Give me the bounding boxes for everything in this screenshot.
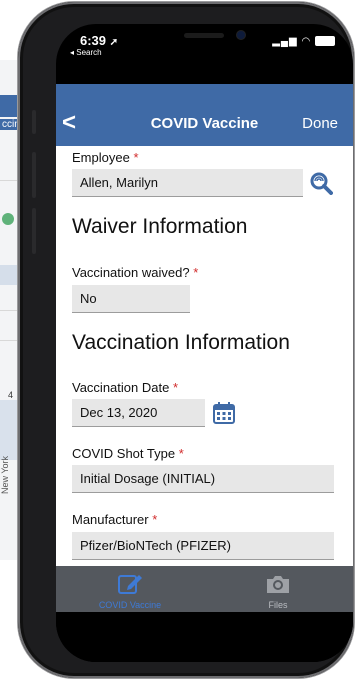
status-icons: ▂▄▆ ◠ [272, 36, 335, 47]
tab-covid-vaccine[interactable]: COVID Vaccine [56, 566, 204, 612]
location-arrow-icon: ➚ [109, 37, 119, 48]
shot-type-label-row: COVID Shot Type * [72, 446, 184, 461]
vaccination-waived-select[interactable]: No [72, 285, 190, 313]
back-to-search-link[interactable]: ◂ Search [70, 48, 102, 57]
front-camera [237, 31, 245, 39]
required-mark: * [178, 446, 184, 461]
required-mark: * [193, 265, 199, 280]
shot-type-label: COVID Shot Type [72, 446, 176, 461]
phone-volume-up [32, 152, 36, 198]
employee-label: Employee [72, 150, 130, 165]
notch [136, 24, 274, 52]
home-indicator-area [56, 612, 353, 662]
background-row-number: 4 [8, 390, 14, 400]
vaccination-waived-label: Vaccination waived? [72, 265, 190, 280]
phone-volume-down [32, 208, 36, 254]
tab-files[interactable]: Files [204, 566, 352, 612]
phone-frame: 6:39 ➚ ◂ Search ▂▄▆ ◠ < COVID Vaccine Do… [18, 2, 354, 678]
navigation-bar: < COVID Vaccine Done [56, 84, 353, 146]
employee-label-row: Employee * [72, 150, 139, 165]
required-mark: * [133, 150, 139, 165]
vaccination-date-label: Vaccination Date [72, 380, 170, 395]
required-mark: * [172, 380, 179, 395]
form-content: Employee * Allen, Marilyn Waiver Informa… [56, 146, 353, 566]
phone-mute-switch [32, 110, 36, 134]
done-button[interactable]: Done [302, 115, 338, 132]
manufacturer-label-row: Manufacturer * [72, 512, 157, 527]
signal-icon: ▂▄▆ [272, 36, 298, 47]
required-mark: * [152, 512, 158, 527]
battery-icon [315, 36, 335, 47]
vaccination-date-field[interactable]: Dec 13, 2020 [72, 399, 205, 427]
search-icon[interactable] [309, 171, 333, 195]
manufacturer-select[interactable]: Pfizer/BioNTech (PFIZER) [72, 532, 334, 560]
camera-icon [267, 576, 289, 593]
date-label-row: Vaccination Date * [72, 380, 178, 395]
status-time-wrap: 6:39 ➚ [80, 33, 118, 48]
background-rotated-label: New York [0, 455, 11, 495]
calendar-icon[interactable] [212, 401, 236, 425]
employee-field[interactable]: Allen, Marilyn [72, 169, 303, 197]
waived-label-row: Vaccination waived? * [72, 265, 198, 280]
phone-screen: 6:39 ➚ ◂ Search ▂▄▆ ◠ < COVID Vaccine Do… [56, 24, 353, 662]
tab-label: Files [268, 600, 288, 610]
status-time: 6:39 [80, 33, 107, 48]
wifi-icon: ◠ [301, 36, 312, 47]
manufacturer-label: Manufacturer [72, 512, 149, 527]
background-status-dot [2, 213, 14, 225]
tab-bar: COVID Vaccine Files [56, 566, 353, 612]
waiver-section-heading: Waiver Information [72, 215, 248, 238]
speaker-grille [184, 33, 224, 38]
vaccination-section-heading: Vaccination Information [72, 331, 290, 354]
tab-label: COVID Vaccine [98, 600, 162, 610]
status-bar: 6:39 ➚ ◂ Search ▂▄▆ ◠ [56, 24, 353, 84]
shot-type-select[interactable]: Initial Dosage (INITIAL) [72, 465, 334, 493]
edit-icon [118, 575, 142, 594]
